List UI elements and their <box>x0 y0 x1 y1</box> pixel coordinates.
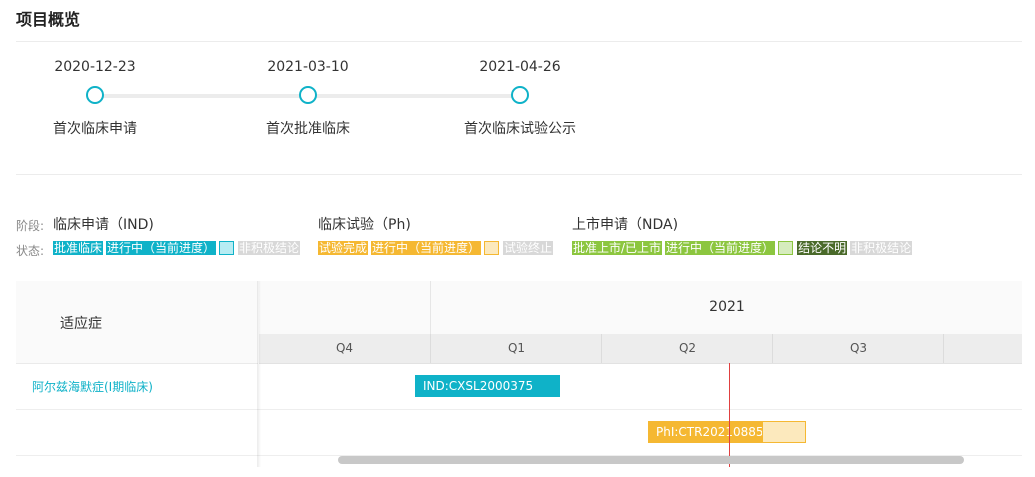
tag-ind-in-progress: 进行中（当前进度） <box>106 240 217 255</box>
quarter-q2: Q2 <box>601 334 773 363</box>
legend-phase-ind: 临床申请（IND) <box>53 217 154 233</box>
title-divider <box>16 41 1022 42</box>
legend-tags-ind: 批准临床 进行中（当前进度） 非积极结论 <box>53 240 303 255</box>
tag-nda-in-progress-swatch <box>778 240 794 255</box>
gantt-year-row: 2021 <box>259 281 1022 335</box>
timeline-label-1: 首次临床申请 <box>53 121 137 137</box>
quarter-q1: Q1 <box>430 334 602 363</box>
tag-nda-approved: 批准上市/已上市 <box>572 240 663 255</box>
tag-ph-in-progress-swatch <box>484 240 500 255</box>
tag-nda-in-progress: 进行中（当前进度） <box>665 240 776 255</box>
tag-ind-approved: 批准临床 <box>53 240 104 255</box>
quarter-q3: Q3 <box>772 334 944 363</box>
horizontal-scrollbar[interactable] <box>338 456 964 464</box>
legend-phase-ph: 临床试验（Ph) <box>318 217 411 233</box>
section-divider <box>16 174 1022 175</box>
gantt-bar-ph-progress[interactable] <box>762 421 806 443</box>
timeline-date-2: 2021-03-10 <box>267 59 349 75</box>
indication-column-header: 适应症 <box>60 316 102 332</box>
gantt-bar-ind[interactable]: IND:CXSL2000375 <box>415 375 560 397</box>
gantt-left-header: 适应症 <box>16 281 258 364</box>
gantt-year-label: 2021 <box>709 299 745 315</box>
table-row: PhI:CTR20210885 <box>16 410 1022 456</box>
page-title: 项目概览 <box>16 10 81 29</box>
timeline-dot-2[interactable] <box>299 86 317 104</box>
left-column-shadow <box>257 281 261 467</box>
timeline-date-1: 2020-12-23 <box>54 59 136 75</box>
timeline-label-2: 首次批准临床 <box>266 121 350 137</box>
legend-phase-nda: 上市申请（NDA) <box>572 217 679 233</box>
tag-ind-negative: 非积极结论 <box>238 240 301 255</box>
tag-ph-completed: 试验完成 <box>318 240 369 255</box>
gantt-table: 适应症 2021 Q4 Q1 Q2 Q3 阿尔兹海默症(I期临床) IND:CX… <box>16 281 1022 467</box>
quarter-next <box>943 334 1022 363</box>
tag-nda-unclear: 结论不明 <box>797 240 848 255</box>
current-date-line <box>729 363 730 467</box>
indication-link[interactable]: 阿尔兹海默症(I期临床) <box>32 378 153 395</box>
table-row: 阿尔兹海默症(I期临床) IND:CXSL2000375 <box>16 364 1022 410</box>
tag-ph-in-progress: 进行中（当前进度） <box>371 240 482 255</box>
gantt-year-2021: 2021 <box>430 281 1022 334</box>
tag-ph-terminated: 试验终止 <box>503 240 554 255</box>
legend-status-label: 状态: <box>16 244 45 258</box>
tag-nda-negative: 非积极结论 <box>850 240 913 255</box>
timeline-dot-1[interactable] <box>86 86 104 104</box>
timeline-date-3: 2021-04-26 <box>479 59 561 75</box>
legend-tags-nda: 批准上市/已上市 进行中（当前进度） 结论不明 非积极结论 <box>572 240 915 255</box>
legend-tags-ph: 试验完成 进行中（当前进度） 试验终止 <box>318 240 556 255</box>
legend-phase-label: 阶段: <box>16 219 45 233</box>
gantt-quarter-row: Q4 Q1 Q2 Q3 <box>259 334 1022 364</box>
quarter-q4: Q4 <box>335 341 354 355</box>
gantt-bar-ph[interactable]: PhI:CTR20210885 <box>648 421 764 443</box>
timeline-label-3: 首次临床试验公示 <box>464 121 576 137</box>
timeline-dot-3[interactable] <box>511 86 529 104</box>
tag-ind-in-progress-swatch <box>219 240 235 255</box>
